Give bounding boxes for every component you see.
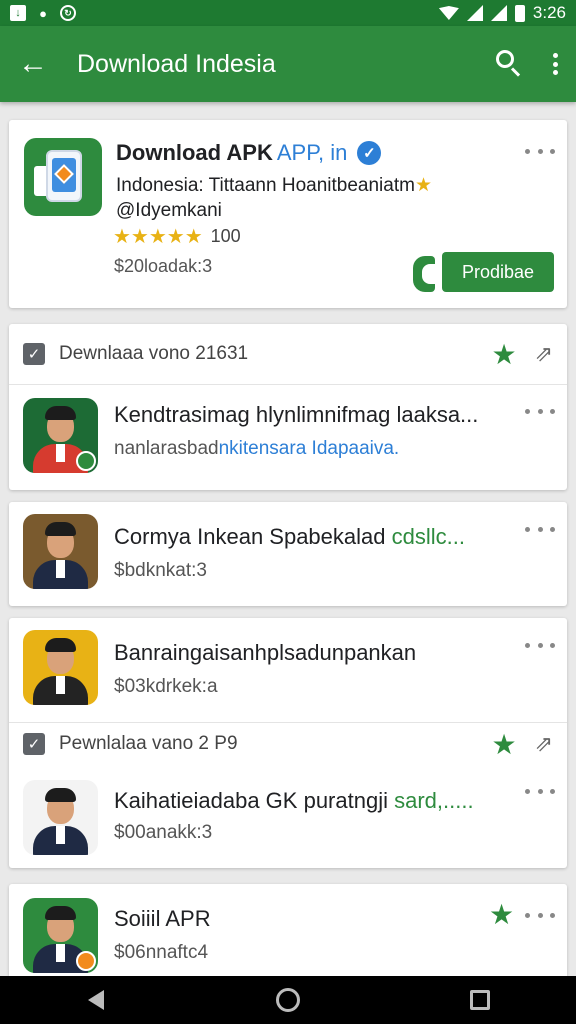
app-title: Banraingaisanhplsadunpankan [114,640,417,665]
status-time: 3:26 [532,3,566,22]
app-title: Cormya Inkean Spabekalad cdsllc... [114,524,465,549]
featured-overflow-icon[interactable] [525,146,555,156]
section-label: Dewnlaaa vono 21631 [59,343,249,364]
page-title: Download Indesia [77,49,276,78]
status-badge [76,451,96,471]
list-item[interactable]: Kaihatieiadaba GK puratngji sard,..... $… [9,768,567,868]
section-label: Pewnlalaa vano 2 P9 [59,733,238,754]
avatar [23,630,98,705]
status-notifications: ↓ ● ↻ [10,4,76,22]
overflow-icon[interactable] [525,524,555,534]
install-button[interactable]: Prodibae [442,252,554,292]
wifi-icon [438,6,459,20]
favorite-star-icon[interactable]: ★ [491,728,516,761]
checkbox-icon[interactable]: ✓ [23,733,45,755]
signal-icon [466,5,483,21]
nav-home-icon[interactable] [268,980,308,1020]
section-card-1: ✓ Dewnlaaa vono 21631 ★ ⇗ Kendtrasimag h… [9,324,567,490]
share-arrow-icon[interactable]: ⇗ [535,341,553,367]
avatar [23,398,98,473]
app-size: $00anakk:3 [114,822,213,843]
notification-icon: ↓ [10,5,26,21]
list-item[interactable]: Banraingaisanhplsadunpankan $03kdrkek:a [9,618,567,722]
divider [9,384,567,385]
section-header: ✓ Pewnlalaa vano 2 P9 ★ ⇗ [9,714,567,774]
featured-app-developer: @Idyemkani [116,200,222,221]
list-item[interactable]: Kendtrasimag hlynlimnifmag laaksa... nan… [9,386,567,486]
app-subtitle: nanlarasbadnkitensara Idapaaiva. [114,438,400,459]
section-header: ✓ Dewnlaaa vono 21631 ★ ⇗ [9,324,567,384]
app-bar: ← Download Indesia [0,26,576,102]
app-size: $06nnaftc4 [114,942,209,963]
navigation-bar [0,976,576,1024]
favorite-star-icon[interactable]: ★ [489,898,514,931]
checkbox-icon[interactable]: ✓ [23,343,45,365]
app-size: $bdknkat:3 [114,560,207,581]
overflow-icon[interactable] [525,640,555,650]
back-arrow-icon[interactable]: ← [16,47,50,81]
app-size: $03kdrkek:a [114,676,218,697]
app-title: Soiiil APR [114,906,211,931]
favorite-star-icon[interactable]: ★ [491,338,516,371]
featured-rating: ★★★★★ 100 [113,224,241,249]
featured-app-card[interactable]: Download APK APP, in ✓ Indonesia: Tittaa… [9,120,567,308]
play-badge-icon [413,256,435,292]
star-icon: ★ [414,175,432,196]
more-vert-icon[interactable] [550,49,560,79]
rating-stars-icon: ★★★★★ [113,226,203,248]
status-system: 3:26 [438,3,566,23]
avatar [23,514,98,589]
app-title: Kendtrasimag hlynlimnifmag laaksa... [114,402,479,427]
featured-app-title: Download APK APP, in ✓ [116,140,382,166]
overflow-icon[interactable] [525,786,555,796]
app-card[interactable]: Cormya Inkean Spabekalad cdsllc... $bdkn… [9,502,567,606]
whatsapp-icon: ● [39,5,47,21]
app-card[interactable]: Soiiil APR $06nnaftc4 ★ [9,884,567,976]
rating-count: 100 [210,226,241,246]
featured-app-size: $20loadak:3 [114,256,213,276]
search-icon[interactable] [492,47,526,81]
featured-app-subtitle: Indonesia: Tittaann Hoanitbeaniatm★ [116,175,432,196]
nav-back-icon[interactable] [76,980,116,1020]
status-badge [76,951,96,971]
signal-icon-2 [490,5,507,21]
verified-icon: ✓ [357,141,382,165]
app-title: Kaihatieiadaba GK puratngji sard,..... [114,788,474,813]
section-card-2: Banraingaisanhplsadunpankan $03kdrkek:a … [9,618,567,868]
avatar [23,780,98,855]
featured-app-title-accent: APP, in [276,140,348,165]
avatar [23,898,98,973]
nav-recents-icon[interactable] [460,980,500,1020]
share-arrow-icon[interactable]: ⇗ [535,731,553,757]
status-bar: ↓ ● ↻ 3:26 [0,0,576,26]
battery-icon [514,4,525,22]
overflow-icon[interactable] [525,406,555,416]
sync-icon: ↻ [60,5,76,21]
featured-app-icon [24,138,102,216]
overflow-icon[interactable] [525,910,555,920]
